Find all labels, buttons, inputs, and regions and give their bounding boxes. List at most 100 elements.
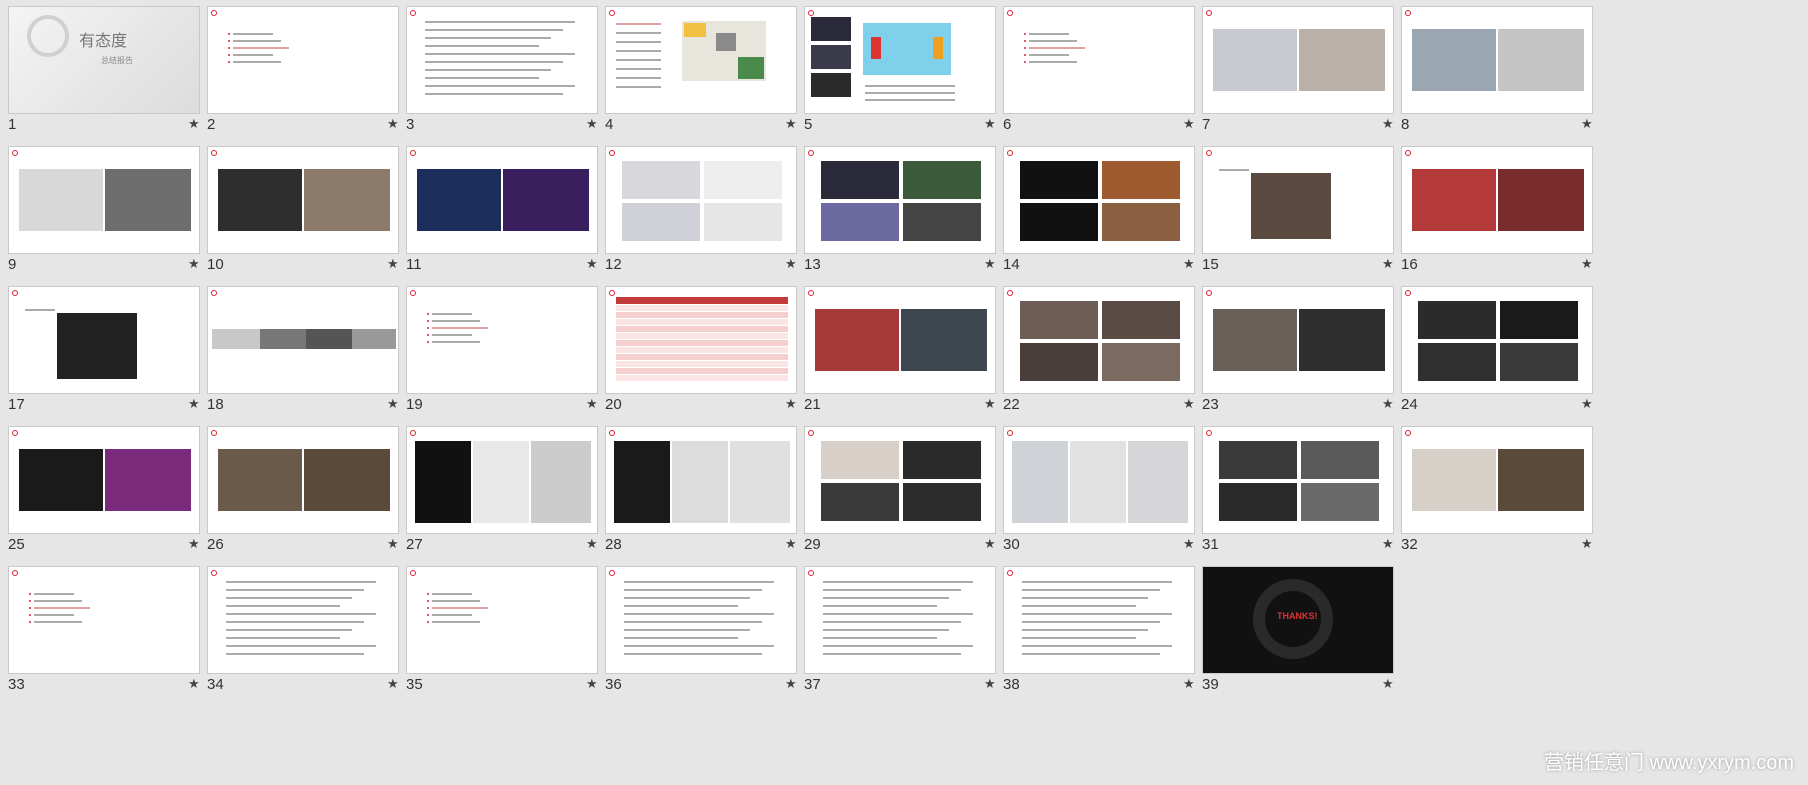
slide-thumbnail-cell[interactable]: 22 ★: [995, 280, 1195, 438]
star-icon[interactable]: ★: [1183, 676, 1195, 692]
slide-thumbnail-cell[interactable]: 9 ★: [0, 140, 200, 298]
star-icon[interactable]: ★: [387, 536, 399, 552]
star-icon[interactable]: ★: [984, 676, 996, 692]
star-icon[interactable]: ★: [1183, 396, 1195, 412]
slide-thumbnail[interactable]: [406, 426, 598, 534]
star-icon[interactable]: ★: [1581, 256, 1593, 272]
slide-thumbnail[interactable]: [8, 566, 200, 674]
star-icon[interactable]: ★: [785, 256, 797, 272]
slide-thumbnail[interactable]: [1401, 6, 1593, 114]
slide-thumbnail-cell[interactable]: 19 ★: [398, 280, 598, 438]
star-icon[interactable]: ★: [1382, 536, 1394, 552]
star-icon[interactable]: ★: [586, 676, 598, 692]
slide-thumbnail-cell[interactable]: 16 ★: [1393, 140, 1593, 298]
slide-thumbnail[interactable]: [1003, 6, 1195, 114]
slide-thumbnail[interactable]: [1003, 426, 1195, 534]
slide-thumbnail[interactable]: [406, 566, 598, 674]
star-icon[interactable]: ★: [1183, 256, 1195, 272]
slide-thumbnail-cell[interactable]: 31 ★: [1194, 420, 1394, 578]
slide-thumbnail-cell[interactable]: 3 ★: [398, 0, 598, 158]
slide-thumbnail-cell[interactable]: 29 ★: [796, 420, 996, 578]
slide-thumbnail-cell[interactable]: 25 ★: [0, 420, 200, 578]
slide-thumbnail[interactable]: [1202, 286, 1394, 394]
slide-thumbnail-cell[interactable]: 36 ★: [597, 560, 797, 718]
slide-thumbnail-cell[interactable]: 15 ★: [1194, 140, 1394, 298]
slide-thumbnail[interactable]: [207, 286, 399, 394]
slide-thumbnail-cell[interactable]: 2 ★: [199, 0, 399, 158]
slide-thumbnail-cell[interactable]: 13 ★: [796, 140, 996, 298]
slide-thumbnail-cell[interactable]: 30 ★: [995, 420, 1195, 578]
slide-thumbnail[interactable]: [207, 426, 399, 534]
slide-thumbnail-cell[interactable]: 8 ★: [1393, 0, 1593, 158]
slide-thumbnail-cell[interactable]: 17 ★: [0, 280, 200, 438]
star-icon[interactable]: ★: [1382, 256, 1394, 272]
slide-thumbnail-cell[interactable]: 4 ★: [597, 0, 797, 158]
star-icon[interactable]: ★: [188, 676, 200, 692]
slide-thumbnail[interactable]: [605, 286, 797, 394]
slide-thumbnail[interactable]: [406, 146, 598, 254]
star-icon[interactable]: ★: [984, 396, 996, 412]
slide-thumbnail[interactable]: [207, 566, 399, 674]
star-icon[interactable]: ★: [1581, 116, 1593, 132]
slide-thumbnail[interactable]: [1202, 146, 1394, 254]
slide-thumbnail[interactable]: [804, 146, 996, 254]
slide-thumbnail[interactable]: [1003, 566, 1195, 674]
slide-thumbnail[interactable]: [804, 426, 996, 534]
slide-thumbnail-cell[interactable]: 24 ★: [1393, 280, 1593, 438]
slide-thumbnail[interactable]: [8, 426, 200, 534]
star-icon[interactable]: ★: [188, 116, 200, 132]
slide-thumbnail-cell[interactable]: 7 ★: [1194, 0, 1394, 158]
slide-thumbnail[interactable]: 有态度 总结报告: [8, 6, 200, 114]
star-icon[interactable]: ★: [586, 116, 598, 132]
slide-thumbnail-cell[interactable]: 21 ★: [796, 280, 996, 438]
star-icon[interactable]: ★: [387, 396, 399, 412]
slide-thumbnail[interactable]: [1202, 6, 1394, 114]
slide-thumbnail[interactable]: [804, 286, 996, 394]
star-icon[interactable]: ★: [188, 256, 200, 272]
slide-thumbnail-cell[interactable]: 10 ★: [199, 140, 399, 298]
star-icon[interactable]: ★: [387, 676, 399, 692]
slide-thumbnail[interactable]: [8, 286, 200, 394]
slide-thumbnail[interactable]: [1003, 146, 1195, 254]
star-icon[interactable]: ★: [785, 116, 797, 132]
star-icon[interactable]: ★: [1581, 536, 1593, 552]
star-icon[interactable]: ★: [387, 256, 399, 272]
slide-thumbnail-cell[interactable]: 11 ★: [398, 140, 598, 298]
slide-thumbnail[interactable]: [804, 566, 996, 674]
star-icon[interactable]: ★: [387, 116, 399, 132]
star-icon[interactable]: ★: [1382, 396, 1394, 412]
slide-thumbnail-cell[interactable]: 26 ★: [199, 420, 399, 578]
slide-thumbnail[interactable]: [1003, 286, 1195, 394]
slide-thumbnail-cell[interactable]: THANKS! 39 ★: [1194, 560, 1394, 718]
star-icon[interactable]: ★: [586, 256, 598, 272]
star-icon[interactable]: ★: [1382, 116, 1394, 132]
star-icon[interactable]: ★: [1382, 676, 1394, 692]
star-icon[interactable]: ★: [984, 536, 996, 552]
slide-thumbnail-cell[interactable]: 32 ★: [1393, 420, 1593, 578]
slide-thumbnail-cell[interactable]: 6 ★: [995, 0, 1195, 158]
slide-thumbnail[interactable]: [1401, 426, 1593, 534]
slide-thumbnail[interactable]: [1401, 146, 1593, 254]
slide-thumbnail-cell[interactable]: 27 ★: [398, 420, 598, 578]
slide-thumbnail[interactable]: [406, 286, 598, 394]
slide-thumbnail[interactable]: [1401, 286, 1593, 394]
star-icon[interactable]: ★: [984, 116, 996, 132]
slide-thumbnail[interactable]: [8, 146, 200, 254]
slide-thumbnail-cell[interactable]: 28 ★: [597, 420, 797, 578]
slide-thumbnail-cell[interactable]: 35 ★: [398, 560, 598, 718]
star-icon[interactable]: ★: [984, 256, 996, 272]
star-icon[interactable]: ★: [785, 536, 797, 552]
star-icon[interactable]: ★: [1183, 536, 1195, 552]
star-icon[interactable]: ★: [586, 396, 598, 412]
slide-thumbnail[interactable]: THANKS!: [1202, 566, 1394, 674]
slide-thumbnail-cell[interactable]: 34 ★: [199, 560, 399, 718]
slide-thumbnail[interactable]: [804, 6, 996, 114]
slide-thumbnail[interactable]: [605, 566, 797, 674]
slide-thumbnail[interactable]: [1202, 426, 1394, 534]
star-icon[interactable]: ★: [1581, 396, 1593, 412]
star-icon[interactable]: ★: [586, 536, 598, 552]
slide-thumbnail-cell[interactable]: 38 ★: [995, 560, 1195, 718]
slide-thumbnail-cell[interactable]: 33 ★: [0, 560, 200, 718]
star-icon[interactable]: ★: [188, 536, 200, 552]
slide-thumbnail-cell[interactable]: 14 ★: [995, 140, 1195, 298]
